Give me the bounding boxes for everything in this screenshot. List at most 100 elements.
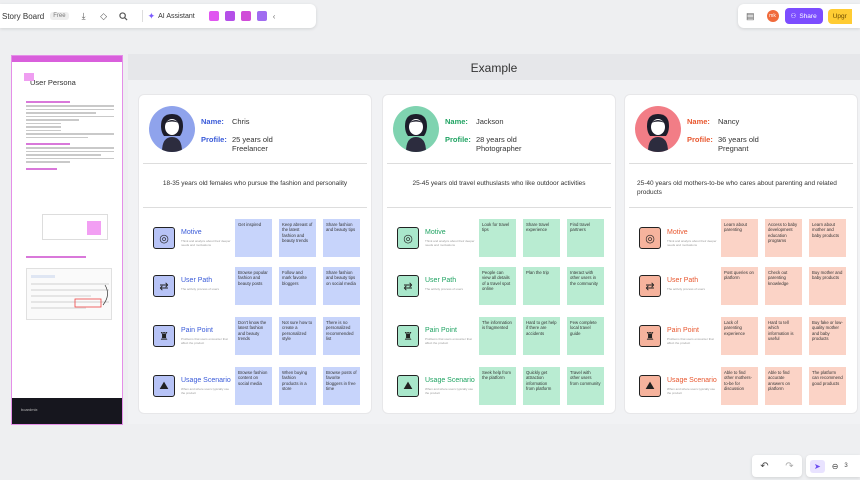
toolbar-divider xyxy=(141,10,143,22)
undo-icon[interactable]: ↶ xyxy=(760,461,768,472)
comment-app-icon[interactable] xyxy=(256,11,267,21)
redo-icon[interactable]: ↷ xyxy=(785,461,793,472)
persona-avatar xyxy=(393,106,439,152)
sticky-note[interactable]: Buy mother and baby products xyxy=(809,267,846,305)
persona-card[interactable]: Name: Chris Profile: 25 years old Freelancer… xyxy=(138,94,372,414)
row-subtitle: When and where users typically use the p… xyxy=(181,387,230,395)
persona-row: ♜ Pain Point Problems that users encounter… xyxy=(153,317,361,355)
sticky-note[interactable]: Browse posts of favorite bloggers in fre… xyxy=(323,367,360,405)
row-title: Pain Point xyxy=(667,327,699,334)
sticky-note[interactable]: Share fashion and beauty tips on social … xyxy=(323,267,360,305)
row-subtitle: Problems that users encounter that affec… xyxy=(667,337,714,345)
divider xyxy=(143,163,367,164)
sticky-note[interactable]: The platform can recommend good products xyxy=(809,367,846,405)
persona-name-label: Name: xyxy=(201,117,224,126)
sticky-note[interactable]: Find travel partners xyxy=(567,219,604,257)
template-thumbnail[interactable]: User Persona boardmix xyxy=(11,55,123,425)
divider xyxy=(629,207,853,208)
search-icon[interactable] xyxy=(117,9,131,23)
sticky-note[interactable]: Follow and mark favorite bloggers xyxy=(279,267,316,305)
sticky-note[interactable]: Travel with other users from community xyxy=(567,367,604,405)
upgrade-button[interactable]: Upgr xyxy=(827,8,852,24)
template-decor-square xyxy=(24,73,34,81)
persona-name-line: Jackson xyxy=(476,117,504,126)
sticky-note[interactable]: Learn about parenting xyxy=(721,219,758,257)
persona-row: ⛰ Usage Scenario When and where users typi… xyxy=(397,367,605,405)
sticky-note[interactable]: People can view all details of a travel … xyxy=(479,267,516,305)
sticky-note[interactable]: Interact with other users in the communi… xyxy=(567,267,604,305)
sticky-note[interactable]: Few complete local travel guide xyxy=(567,317,604,355)
scenery-icon: ⛰ xyxy=(397,375,419,397)
select-cursor-icon[interactable]: ➤ xyxy=(810,459,825,473)
persona-card[interactable]: Name: Jackson Profile: 28 years old Photogra… xyxy=(382,94,616,414)
target-icon: ◎ xyxy=(639,227,661,249)
sticky-note[interactable]: When buying fashion products in a store xyxy=(279,367,316,405)
persona-name: Name: Nancy xyxy=(687,117,739,126)
sticky-note[interactable]: Check out parenting knowledge xyxy=(765,267,802,305)
sticky-note[interactable]: Buy fake or low-quality mother and baby … xyxy=(809,317,846,355)
sticky-note[interactable]: Don't know the latest fashion and beauty… xyxy=(235,317,272,355)
board-title[interactable]: Story Board xyxy=(2,12,44,21)
row-subtitle: The activity process of users xyxy=(425,287,464,291)
template-preview-image xyxy=(26,268,112,320)
row-title: User Path xyxy=(667,277,699,284)
row-subtitle: When and where users typically use the p… xyxy=(425,387,474,395)
sticky-note[interactable]: Plan the trip xyxy=(523,267,560,305)
sticky-note[interactable]: Able to find accurate answers on platfor… xyxy=(765,367,802,405)
sticky-note[interactable]: Lack of parenting experience xyxy=(721,317,758,355)
zoom-controls: ➤ ⊖ 3 xyxy=(806,455,860,477)
persona-profile-value: 25 years old Freelancer xyxy=(232,135,273,153)
presentation-app-icon[interactable] xyxy=(224,11,235,21)
sticky-note[interactable]: Look for travel tips xyxy=(479,219,516,257)
undo-redo-group: ↶ ↷ xyxy=(752,455,802,477)
sticky-note[interactable]: Quickly get attraction information from … xyxy=(523,367,560,405)
sticky-note[interactable]: Browse fashion content on social media xyxy=(235,367,272,405)
share-button[interactable]: ⚇ Share xyxy=(784,8,823,24)
download-icon[interactable]: ⤓ xyxy=(77,9,91,23)
row-title: Pain Point xyxy=(181,327,213,334)
zoom-level[interactable]: 3 xyxy=(844,463,847,469)
persona-profile-label: Profile: xyxy=(687,135,713,144)
row-title: Usage Scenario xyxy=(667,377,717,384)
sticky-note[interactable]: Able to find other mothers-to-be for dis… xyxy=(721,367,758,405)
persona-name-label: Name: xyxy=(445,117,468,126)
example-frame[interactable]: Example Name: Chris Profile: 25 years old Fr… xyxy=(128,54,860,424)
share-graph-app-icon[interactable] xyxy=(240,11,251,21)
gift-icon[interactable]: ▤ xyxy=(746,11,755,22)
persona-row: ⇄ User Path The activity process of users P… xyxy=(639,267,847,305)
sticky-note[interactable]: Share fashion and beauty tips xyxy=(323,219,360,257)
divider xyxy=(629,163,853,164)
sticky-note[interactable]: Keep abreast of the latest fashion and b… xyxy=(279,219,316,257)
persona-profile-line: 36 years old xyxy=(718,135,759,144)
sticky-note[interactable]: Share travel experience xyxy=(523,219,560,257)
persona-profile-line: Pregnant xyxy=(718,144,749,153)
sticky-note[interactable]: Browse popular fashion and beauty posts xyxy=(235,267,272,305)
user-avatar[interactable]: mk xyxy=(766,10,779,22)
sticky-note[interactable]: Get inspired xyxy=(235,219,272,257)
row-subtitle: The activity process of users xyxy=(667,287,706,291)
top-right-toolbar: ▤ mk ⚇ Share Upgr xyxy=(738,4,860,28)
sticky-note[interactable]: Hard to get help if there are accidents xyxy=(523,317,560,355)
mindmap-app-icon[interactable] xyxy=(208,11,219,21)
zoom-out-icon[interactable]: ⊖ xyxy=(832,462,839,471)
sticky-note[interactable]: Seek help from the platform xyxy=(479,367,516,405)
plan-badge: Free xyxy=(50,12,69,20)
sticky-note[interactable]: Hard to tell which information is useful xyxy=(765,317,802,355)
divider xyxy=(387,163,611,164)
sticky-note[interactable]: The information is fragmented xyxy=(479,317,516,355)
persona-row: ◎ Motive Think and analyze about their dee… xyxy=(639,219,847,257)
collapse-chevron-icon[interactable]: ‹ xyxy=(273,12,276,21)
ai-assistant-button[interactable]: ✦ AI Assistant xyxy=(148,11,195,22)
sticky-note[interactable]: There is no personalized recommended lis… xyxy=(323,317,360,355)
persona-card[interactable]: Name: Nancy Profile: 36 years old Pregnant 25… xyxy=(624,94,858,414)
sticky-note[interactable]: Not sure how to create a personalized st… xyxy=(279,317,316,355)
pain-point-icon: ♜ xyxy=(153,325,175,347)
row-subtitle: Problems that users encounter that affec… xyxy=(425,337,472,345)
template-section-line xyxy=(26,256,86,258)
persona-profile: Profile: 28 years old Photographer xyxy=(445,135,521,153)
sticky-note[interactable]: Access to baby development education pro… xyxy=(765,219,802,257)
persona-profile-line: Photographer xyxy=(476,144,522,153)
sticky-note[interactable]: Learn about mother and baby products xyxy=(809,219,846,257)
sticky-note[interactable]: Post queries on platform xyxy=(721,267,758,305)
tag-icon[interactable]: ◇ xyxy=(97,9,111,23)
